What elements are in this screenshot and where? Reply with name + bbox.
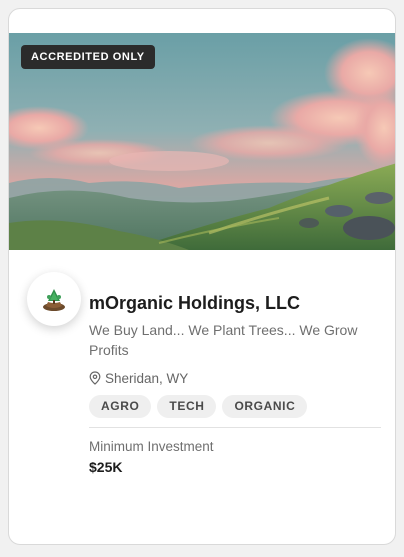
company-description: We Buy Land... We Plant Trees... We Grow… — [89, 322, 358, 358]
tag-agro[interactable]: AGRO — [89, 395, 152, 418]
tag-organic[interactable]: ORGANIC — [222, 395, 308, 418]
divider — [89, 427, 381, 428]
company-name[interactable]: mOrganic Holdings, LLC — [89, 291, 381, 315]
map-pin-icon — [89, 371, 101, 385]
company-logo — [27, 272, 81, 326]
accredited-badge: ACCREDITED ONLY — [21, 45, 155, 69]
location-text: Sheridan, WY — [105, 370, 189, 386]
investment-label: Minimum Investment — [89, 439, 214, 454]
location-row: Sheridan, WY — [89, 368, 381, 388]
investment-value: $25K — [89, 459, 123, 475]
offering-card[interactable]: ACCREDITED ONLY mOrganic Holdings, LLC W… — [8, 8, 396, 545]
card-content: mOrganic Holdings, LLC We Buy Land... We… — [89, 291, 381, 476]
tag-tech[interactable]: TECH — [157, 395, 217, 418]
tag-list: AGRO TECH ORGANIC — [89, 395, 381, 418]
